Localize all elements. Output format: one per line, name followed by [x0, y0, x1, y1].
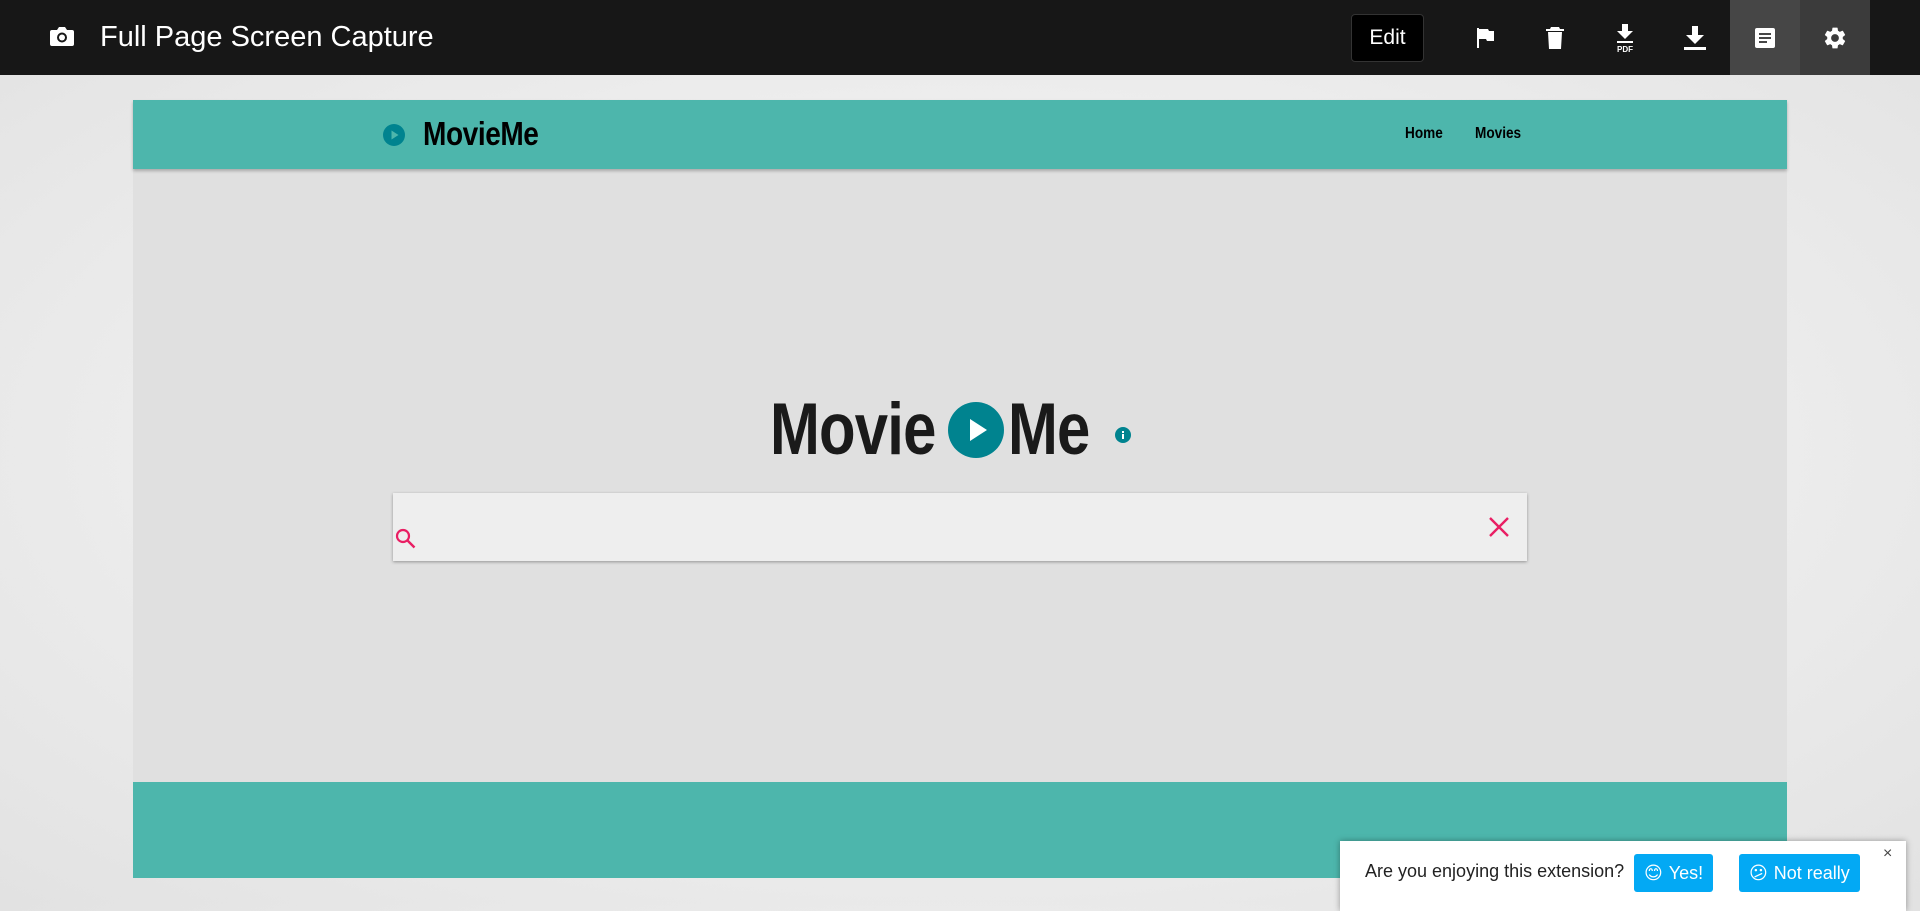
toolbar-title: Full Page Screen Capture	[100, 21, 434, 53]
site-brand[interactable]: MovieMe	[423, 114, 539, 154]
site-header: MovieMe Home Movies	[133, 100, 1787, 169]
feedback-popup: Are you enjoying this extension? 😊 Yes! …	[1340, 841, 1906, 911]
info-icon[interactable]	[1114, 426, 1132, 444]
feedback-close-button[interactable]: ×	[1883, 845, 1892, 863]
flag-button[interactable]	[1450, 0, 1520, 75]
trash-icon	[1546, 26, 1564, 49]
download-pdf-button[interactable]: PDF	[1590, 0, 1660, 75]
close-icon[interactable]	[1487, 515, 1511, 539]
camera-icon	[50, 27, 74, 46]
edit-button[interactable]: Edit	[1351, 14, 1424, 62]
hero-logo: Movie Me	[770, 390, 1107, 470]
gear-icon	[1824, 27, 1846, 48]
feedback-no-button[interactable]: 😕 Not really	[1739, 854, 1860, 892]
notes-icon	[1755, 27, 1775, 48]
feedback-yes-button[interactable]: 😊 Yes!	[1634, 854, 1714, 892]
search-input[interactable]	[427, 503, 1471, 553]
notes-button[interactable]	[1730, 0, 1800, 75]
confused-emoji-icon: 😕	[1749, 862, 1768, 883]
settings-button[interactable]	[1800, 0, 1870, 75]
delete-button[interactable]	[1520, 0, 1590, 75]
extension-toolbar: Full Page Screen Capture Edit PDF	[0, 0, 1920, 75]
download-button[interactable]	[1660, 0, 1730, 75]
play-circle-icon[interactable]	[383, 124, 405, 146]
captured-page: MovieMe Home Movies Movie Me	[133, 100, 1787, 878]
nav-movies-link[interactable]: Movies	[1475, 125, 1521, 143]
flag-icon	[1477, 27, 1494, 48]
smile-emoji-icon: 😊	[1644, 862, 1663, 883]
feedback-question: Are you enjoying this extension?	[1365, 861, 1625, 881]
hero-logo-right: Me	[1007, 389, 1090, 470]
play-circle-icon	[947, 402, 1004, 458]
search-box	[393, 493, 1527, 561]
feedback-no-label: Not really	[1773, 862, 1850, 883]
download-pdf-icon: PDF	[1617, 23, 1633, 53]
feedback-yes-label: Yes!	[1668, 862, 1704, 883]
svg-text:PDF: PDF	[1617, 45, 1633, 53]
search-icon	[395, 528, 416, 549]
hero-logo-left: Movie	[770, 389, 936, 470]
nav-home-link[interactable]: Home	[1405, 125, 1443, 143]
download-icon	[1684, 25, 1706, 50]
